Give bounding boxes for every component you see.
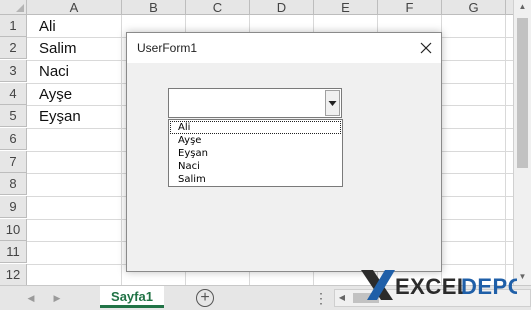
dropdown-arrow-button[interactable] <box>325 90 340 116</box>
exceldepo-logo: EXCEL DEPO <box>357 266 525 304</box>
gridline <box>505 15 506 285</box>
row-header-8[interactable]: 8 <box>0 173 27 195</box>
column-header-c[interactable]: C <box>186 0 250 15</box>
cell-a1[interactable]: Ali <box>39 16 56 38</box>
logo-text-excel: EXCEL <box>395 274 471 299</box>
column-header-partial[interactable] <box>506 0 513 15</box>
x-logo-icon <box>361 270 395 300</box>
row-header-9[interactable]: 9 <box>0 196 27 218</box>
row-header-10[interactable]: 10 <box>0 219 27 241</box>
column-header-g[interactable]: G <box>442 0 506 15</box>
dropdown-item-naci[interactable]: Naci <box>170 160 341 173</box>
scroll-left-icon[interactable]: ◀ <box>335 290 349 306</box>
next-sheet-icon[interactable]: ▶ <box>50 291 64 305</box>
sheet-tab-sayfa1[interactable]: Sayfa1 <box>100 286 164 308</box>
userform-title: UserForm1 <box>137 41 198 55</box>
row-header-7[interactable]: 7 <box>0 151 27 173</box>
close-icon[interactable] <box>411 33 441 63</box>
chevron-down-icon <box>328 101 337 106</box>
row-header-6[interactable]: 6 <box>0 128 27 150</box>
dropdown-item-ali[interactable]: Ali <box>170 121 341 134</box>
row-header-2[interactable]: 2 <box>0 37 27 59</box>
dropdown-item-eysan[interactable]: Eyşan <box>170 147 341 160</box>
column-header-a[interactable]: A <box>27 0 122 15</box>
userform-titlebar[interactable]: UserForm1 <box>127 33 441 63</box>
cell-a3[interactable]: Naci <box>39 61 69 83</box>
previous-sheet-icon[interactable]: ◀ <box>24 291 38 305</box>
row-header-12[interactable]: 12 <box>0 264 27 285</box>
scroll-up-icon[interactable]: ▲ <box>514 0 531 14</box>
userform-window[interactable]: UserForm1 Ali Ayşe Eyşan Naci Salim <box>126 32 442 272</box>
row-header-5[interactable]: 5 <box>0 105 27 127</box>
gridline <box>121 15 122 285</box>
more-options-icon[interactable]: ⋮ <box>314 289 328 307</box>
column-header-f[interactable]: F <box>378 0 442 15</box>
logo-text-depo: DEPO <box>461 274 517 299</box>
row-header-11[interactable]: 11 <box>0 241 27 263</box>
add-sheet-icon[interactable]: + <box>196 289 214 307</box>
column-header-d[interactable]: D <box>250 0 314 15</box>
row-header-1[interactable]: 1 <box>0 15 27 37</box>
cell-a5[interactable]: Eyşan <box>39 106 81 128</box>
select-all-corner[interactable] <box>0 0 27 15</box>
column-header-b[interactable]: B <box>122 0 186 15</box>
vertical-scrollbar[interactable]: ▲ ▼ <box>513 0 531 285</box>
dropdown-item-ayse[interactable]: Ayşe <box>170 134 341 147</box>
cell-a4[interactable]: Ayşe <box>39 84 72 106</box>
row-header-4[interactable]: 4 <box>0 83 27 105</box>
vertical-scroll-thumb[interactable] <box>517 18 528 168</box>
column-header-e[interactable]: E <box>314 0 378 15</box>
dropdown-item-salim[interactable]: Salim <box>170 173 341 186</box>
combobox-dropdown-list[interactable]: Ali Ayşe Eyşan Naci Salim <box>168 119 343 187</box>
combobox-field[interactable] <box>168 88 342 118</box>
cell-a2[interactable]: Salim <box>39 38 77 60</box>
row-header-3[interactable]: 3 <box>0 60 27 82</box>
